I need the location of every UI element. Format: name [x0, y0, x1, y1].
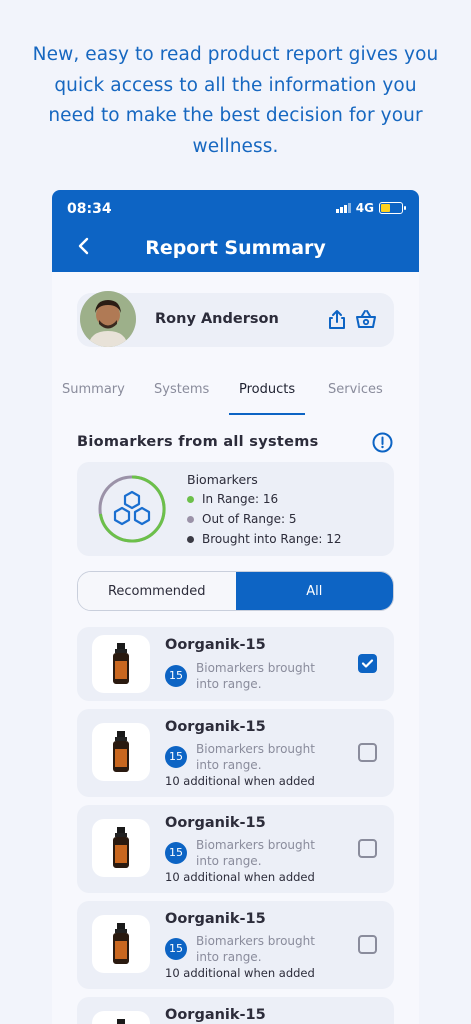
check-icon: [361, 659, 374, 668]
count-badge: 15: [165, 938, 187, 960]
product-name: Oorganik-15: [165, 1007, 266, 1023]
user-name: Rony Anderson: [155, 311, 279, 327]
product-description: Biomarkers brought into range.: [196, 661, 315, 691]
avatar: [80, 291, 136, 347]
product-description: Biomarkers brought into range.: [196, 934, 315, 964]
user-card: Rony Anderson: [77, 291, 394, 347]
status-icons: 4G: [335, 201, 406, 215]
tab-products[interactable]: Products: [239, 382, 295, 397]
app-bar: 08:34 4G Report Summary: [52, 190, 419, 272]
battery-icon: [379, 202, 406, 214]
status-time: 08:34: [67, 201, 112, 217]
biomarker-ring-chart: [98, 475, 166, 543]
info-icon[interactable]: [372, 432, 393, 457]
product-name: Oorganik-15: [165, 911, 266, 927]
product-extra-note: 10 additional when added: [165, 870, 315, 884]
tab-services[interactable]: Services: [328, 382, 383, 397]
product-image: [92, 915, 150, 973]
product-card[interactable]: Oorganik-15: [77, 997, 394, 1024]
product-checkbox[interactable]: [358, 743, 377, 762]
share-icon[interactable]: [327, 309, 347, 334]
legend-out-of-range: Out of Range: 5: [187, 512, 296, 526]
network-label: 4G: [355, 201, 374, 215]
section-title: Biomarkers from all systems: [77, 434, 319, 450]
product-checkbox[interactable]: [358, 839, 377, 858]
signal-icon: [335, 203, 351, 213]
product-description: Biomarkers brought into range.: [196, 838, 315, 868]
all-filter-button[interactable]: All: [235, 572, 393, 610]
product-checkbox[interactable]: [358, 935, 377, 954]
product-image: [92, 723, 150, 781]
legend-in-range: In Range: 16: [187, 492, 278, 506]
tab-bar: Summary Systems Products Services: [52, 374, 419, 416]
product-name: Oorganik-15: [165, 815, 266, 831]
product-extra-note: 10 additional when added: [165, 774, 315, 788]
count-badge: 15: [165, 665, 187, 687]
product-checkbox[interactable]: [358, 654, 377, 673]
legend-brought-into-range: Brought into Range: 12: [187, 532, 342, 546]
tab-systems[interactable]: Systems: [154, 382, 209, 397]
basket-icon[interactable]: [355, 309, 377, 334]
product-name: Oorganik-15: [165, 637, 266, 653]
product-card[interactable]: Oorganik-15 15 Biomarkers brought into r…: [77, 901, 394, 989]
count-badge: 15: [165, 842, 187, 864]
product-extra-note: 10 additional when added: [165, 966, 315, 980]
tagline: New, easy to read product report gives y…: [32, 44, 439, 157]
biomarkers-card: Biomarkers In Range: 16 Out of Range: 5 …: [77, 462, 394, 556]
product-card[interactable]: Oorganik-15 15 Biomarkers brought into r…: [77, 709, 394, 797]
phone-screen: 08:34 4G Report Summary Rony Anderson Su…: [52, 190, 419, 1024]
page-title: Report Summary: [145, 237, 326, 259]
product-image: [92, 819, 150, 877]
biomarkers-card-title: Biomarkers: [187, 472, 258, 487]
product-description: Biomarkers brought into range.: [196, 742, 315, 772]
recommended-filter-button[interactable]: Recommended: [78, 572, 236, 610]
product-image: [92, 1011, 150, 1024]
product-name: Oorganik-15: [165, 719, 266, 735]
filter-toggle: Recommended All: [77, 571, 394, 611]
tab-summary[interactable]: Summary: [62, 382, 125, 397]
tab-underline: [229, 413, 305, 415]
product-card[interactable]: Oorganik-15 15 Biomarkers brought into r…: [77, 805, 394, 893]
count-badge: 15: [165, 746, 187, 768]
product-card[interactable]: Oorganik-15 15 Biomarkers brought into r…: [77, 627, 394, 701]
product-image: [92, 635, 150, 693]
